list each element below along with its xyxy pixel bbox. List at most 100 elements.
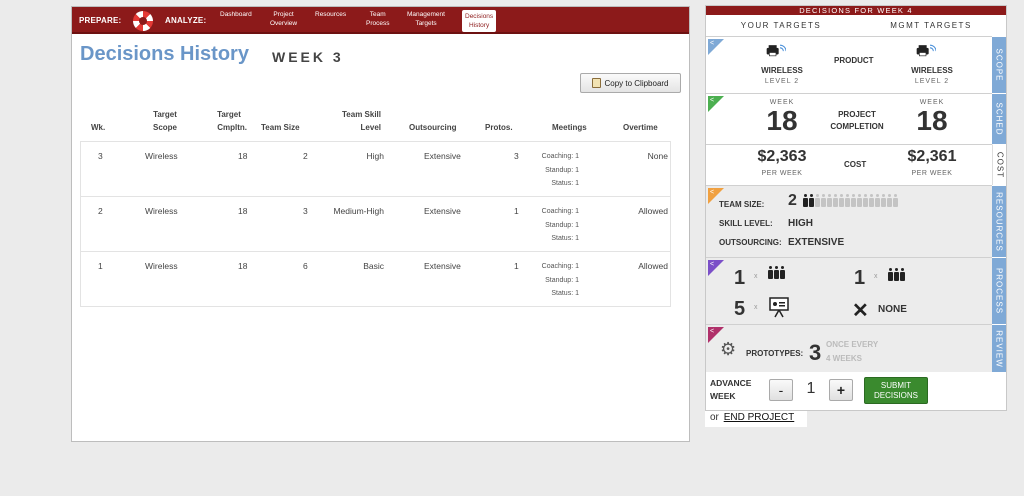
overtime-value: NONE (878, 304, 907, 315)
cell-overtime: Allowed (638, 261, 668, 271)
empty-team-slot-icon[interactable] (881, 194, 886, 207)
tab-decisions-history[interactable]: Decisions History (462, 10, 497, 32)
copy-to-clipboard-button[interactable]: Copy to Clipboard (580, 73, 681, 93)
skill-level-value: HIGH (788, 218, 813, 229)
header-team-skill: Team Skill Level (327, 108, 381, 134)
team-size-people-icons[interactable] (803, 194, 899, 212)
empty-team-slot-icon[interactable] (863, 194, 868, 207)
or-label: or (710, 412, 719, 423)
empty-team-slot-icon[interactable] (851, 194, 856, 207)
side-label-review-text: REVIEW (994, 329, 1004, 368)
cell-meetings: Coaching: 1 Standup: 1 Status: 1 (522, 205, 579, 246)
mgmt-scope-name: WIRELESS (911, 66, 953, 75)
resources-section[interactable]: < TEAM SIZE: 2 SKILL LEVEL: HIGH OUTSOUR… (706, 185, 992, 257)
tab-dashboard[interactable]: Dashboard (220, 10, 252, 19)
your-cost: $2,363 (757, 148, 807, 165)
empty-team-slot-icon[interactable] (893, 194, 898, 207)
overtime-x-icon: ✕ (852, 300, 869, 322)
mgmt-scope-level: LEVEL 2 (914, 78, 950, 85)
header-team-skill-l2: Level (360, 123, 381, 132)
edit-tag-icon[interactable]: < (708, 39, 724, 55)
times-sign: x (754, 273, 759, 280)
empty-team-slot-icon[interactable] (821, 194, 826, 207)
header-meetings: Meetings (552, 123, 587, 132)
submit-decisions-button[interactable]: SUBMIT DECISIONS (864, 377, 928, 404)
times-sign: x (874, 273, 879, 280)
empty-team-slot-icon[interactable] (839, 194, 844, 207)
header-target-cmpltn-l2: Cmpltn. (217, 123, 247, 132)
empty-team-slot-icon[interactable] (827, 194, 832, 207)
skill-level-label: SKILL LEVEL: (719, 219, 773, 228)
cell-cmpltn: 18 (238, 206, 248, 216)
cell-scope: Wireless (145, 206, 178, 216)
empty-team-slot-icon[interactable] (857, 194, 862, 207)
gears-icon: ⚙ (720, 339, 737, 359)
submit-label-l1: SUBMIT (880, 381, 912, 390)
schedule-section[interactable]: < WEEK 18 PROJECT COMPLETION WEEK 18 (706, 93, 992, 144)
cell-overtime: Allowed (638, 206, 668, 216)
meeting-standup: Standup: 1 (545, 221, 579, 229)
empty-team-slot-icon[interactable] (845, 194, 850, 207)
times-sign: x (754, 304, 759, 311)
cell-protos: 3 (514, 151, 519, 161)
tab-project-overview-line2: Overview (270, 20, 298, 27)
end-project-row: or END PROJECT (705, 411, 807, 427)
edit-tag-icon[interactable]: < (708, 96, 724, 112)
cell-scope: Wireless (145, 151, 178, 161)
scope-section[interactable]: < WIRELESS LEVEL 2 PRODUCT WIRELESS LEVE… (706, 36, 992, 93)
cell-overtime: None (647, 151, 668, 161)
empty-team-slot-icon[interactable] (815, 194, 820, 207)
team-size-label: TEAM SIZE: (719, 200, 765, 209)
status-count: 5 (734, 298, 746, 320)
end-project-link[interactable]: END PROJECT (724, 412, 795, 423)
decisions-history-panel: PREPARE: ANALYZE: Dashboard Project Over… (71, 6, 690, 442)
empty-team-slot-icon[interactable] (869, 194, 874, 207)
team-member-icon[interactable] (803, 194, 808, 207)
side-label-review: REVIEW (992, 324, 1006, 372)
coaching-count: 1 (734, 267, 746, 289)
your-scope-level: LEVEL 2 (764, 78, 800, 85)
side-label-cost: COST (992, 144, 1006, 185)
once-every-label: ONCE EVERY (826, 340, 879, 349)
tab-management-targets[interactable]: Management Targets (407, 10, 445, 28)
empty-team-slot-icon[interactable] (833, 194, 838, 207)
cell-scope: Wireless (145, 261, 178, 271)
copy-to-clipboard-label: Copy to Clipboard (604, 78, 669, 88)
tab-decisions-history-line2: History (468, 22, 490, 29)
prepare-label: PREPARE: (79, 16, 122, 25)
coaching-meeting-icon (768, 266, 786, 284)
prototypes-label: PROTOTYPES: (746, 349, 804, 358)
sched-center-l1: PROJECT (838, 110, 876, 119)
empty-team-slot-icon[interactable] (875, 194, 880, 207)
decisions-table (80, 141, 671, 307)
side-label-resources-text: RESOURCES (994, 191, 1004, 252)
sched-center-l2: COMPLETION (830, 122, 884, 131)
tab-team-process[interactable]: Team Process (366, 10, 389, 28)
increment-week-button[interactable]: + (829, 379, 853, 401)
standup-count: 1 (854, 267, 866, 289)
tab-project-overview[interactable]: Project Overview (270, 10, 297, 28)
decrement-week-button[interactable]: - (769, 379, 793, 401)
tab-dashboard-label: Dashboard (220, 11, 252, 18)
tab-project-overview-line1: Project (273, 11, 294, 18)
page-title: Decisions History (80, 43, 249, 65)
tab-team-process-line2: Process (366, 20, 390, 27)
mgmt-cost-per-week: PER WEEK (911, 170, 953, 177)
tab-resources-label: Resources (315, 11, 347, 18)
edit-tag-icon[interactable]: < (708, 260, 724, 276)
team-member-icon[interactable] (809, 194, 814, 207)
lifebuoy-icon[interactable] (133, 11, 153, 31)
meeting-coaching: Coaching: 1 (541, 263, 579, 270)
advance-week-value[interactable]: 1 (801, 380, 821, 398)
process-section[interactable]: < 1 x 1 x 5 x ✕ NONE (706, 257, 992, 324)
header-protos: Protos. (485, 123, 513, 132)
tab-resources[interactable]: Resources (315, 10, 346, 19)
row-divider (81, 251, 670, 252)
wireless-printer-icon (916, 44, 936, 57)
cell-skill: High (366, 151, 384, 161)
your-completion-week: 18 (766, 105, 798, 136)
your-targets-header: YOUR TARGETS (740, 21, 822, 30)
meeting-coaching: Coaching: 1 (541, 153, 579, 160)
review-section[interactable]: < ⚙ PROTOTYPES: 3 ONCE EVERY 4 WEEKS (706, 324, 992, 372)
empty-team-slot-icon[interactable] (887, 194, 892, 207)
